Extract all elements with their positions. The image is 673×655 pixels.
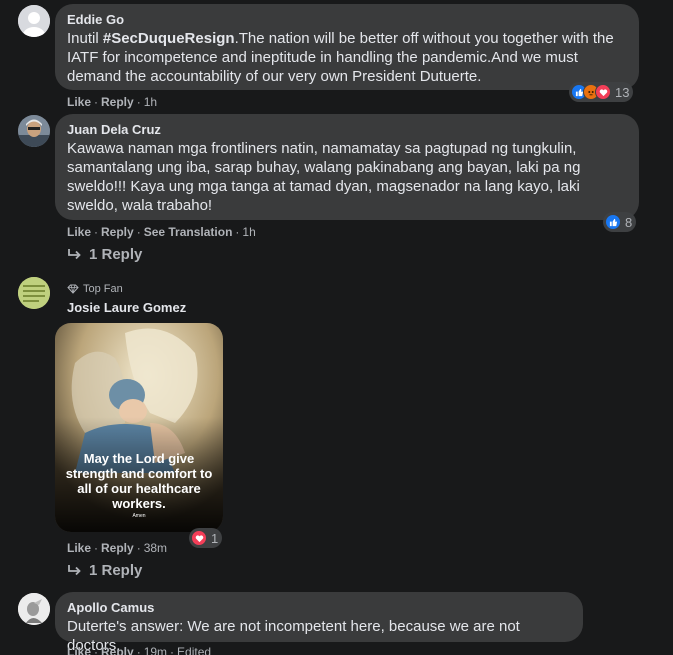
see-translation-link[interactable]: See Translation bbox=[144, 225, 233, 239]
commenter-name[interactable]: Juan Dela Cruz bbox=[67, 122, 627, 138]
comment-bubble: Eddie Go Inutil #SecDuqueResign.The nati… bbox=[55, 4, 639, 90]
like-button[interactable]: Like bbox=[67, 225, 91, 239]
reply-button[interactable]: Reply bbox=[101, 541, 134, 555]
avatar-apollo-camus[interactable] bbox=[18, 593, 50, 625]
image-caption: May the Lord give strength and comfort t… bbox=[65, 451, 213, 511]
comment-actions: Like · Reply · 19m · Edited bbox=[67, 645, 211, 655]
reaction-summary[interactable]: 13 bbox=[569, 82, 634, 102]
view-replies-link[interactable]: 1 Reply bbox=[67, 246, 142, 263]
reply-button[interactable]: Reply bbox=[101, 225, 134, 239]
profile-photo-icon bbox=[18, 593, 50, 625]
timestamp[interactable]: 1h bbox=[242, 225, 255, 239]
commenter-name[interactable]: Apollo Camus bbox=[67, 600, 571, 616]
comment-image[interactable]: May the Lord give strength and comfort t… bbox=[55, 323, 223, 532]
love-icon bbox=[595, 84, 611, 100]
like-button[interactable]: Like bbox=[67, 95, 91, 109]
reaction-summary[interactable]: 8 bbox=[603, 212, 637, 232]
timestamp[interactable]: 38m bbox=[144, 541, 167, 555]
commenter-name[interactable]: Josie Laure Gomez bbox=[67, 300, 186, 316]
comment-actions: Like · Reply · 38m bbox=[67, 541, 168, 555]
profile-photo-icon bbox=[18, 277, 50, 309]
reaction-count: 1 bbox=[211, 530, 219, 546]
reply-arrow-icon bbox=[68, 248, 81, 259]
timestamp[interactable]: 19m bbox=[144, 645, 167, 655]
comment-bubble: Juan Dela Cruz Kawawa naman mga frontlin… bbox=[55, 114, 639, 220]
reaction-summary[interactable]: 1 bbox=[189, 528, 223, 548]
reply-button[interactable]: Reply bbox=[101, 645, 134, 655]
default-avatar-icon bbox=[18, 5, 50, 37]
diamond-icon bbox=[67, 284, 79, 294]
comment-actions: Like · Reply · See Translation · 1h bbox=[67, 225, 256, 239]
timestamp[interactable]: 1h bbox=[144, 95, 157, 109]
hashtag-link[interactable]: #SecDuqueResign bbox=[103, 30, 235, 47]
top-fan-badge[interactable]: Top Fan bbox=[67, 283, 123, 295]
reply-button[interactable]: Reply bbox=[101, 95, 134, 109]
avatar-juan-dela-cruz[interactable] bbox=[18, 115, 50, 147]
view-replies-link[interactable]: 1 Reply bbox=[67, 562, 142, 579]
like-icon bbox=[605, 214, 621, 230]
like-button[interactable]: Like bbox=[67, 541, 91, 555]
like-button[interactable]: Like bbox=[67, 645, 91, 655]
comment-bubble: Apollo Camus Duterte's answer: We are no… bbox=[55, 592, 583, 654]
reply-arrow-icon bbox=[68, 564, 81, 575]
avatar-josie-laure-gomez[interactable] bbox=[18, 277, 50, 309]
profile-photo-icon bbox=[18, 115, 50, 147]
comment-actions: Like · Reply · 1h bbox=[67, 95, 158, 109]
image-amen-text: Amen bbox=[132, 513, 146, 519]
reaction-count: 13 bbox=[615, 84, 630, 100]
avatar-eddie-go[interactable] bbox=[18, 5, 50, 37]
love-icon bbox=[191, 530, 207, 546]
commenter-name[interactable]: Eddie Go bbox=[67, 12, 627, 28]
comment-text: Inutil #SecDuqueResign.The nation will b… bbox=[67, 30, 614, 85]
comment-text: Kawawa naman mga frontliners natin, nama… bbox=[67, 140, 581, 214]
reaction-count: 8 bbox=[625, 214, 633, 230]
edited-label: Edited bbox=[177, 645, 212, 655]
